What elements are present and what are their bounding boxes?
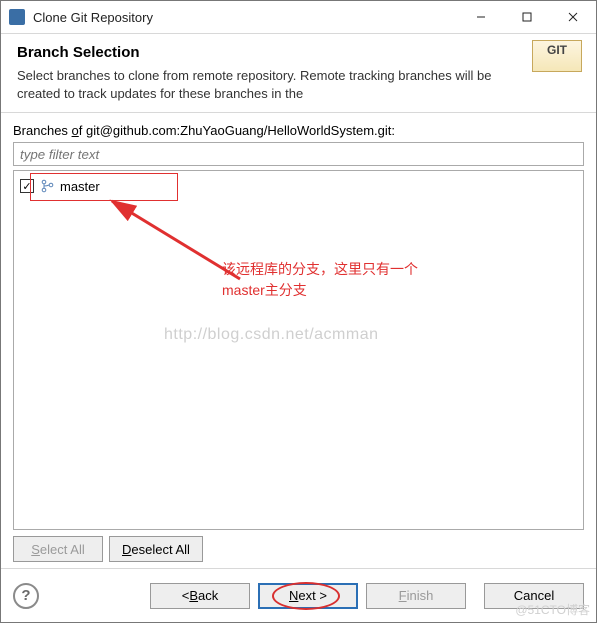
branch-name: master (60, 179, 100, 194)
deselect-all-button[interactable]: Deselect All (109, 536, 203, 562)
header-panel: Branch Selection Select branches to clon… (1, 34, 596, 112)
selection-buttons: Select All Deselect All (13, 536, 584, 562)
git-icon: GIT (532, 40, 582, 72)
app-icon (9, 9, 25, 25)
filter-input[interactable] (13, 142, 584, 166)
branch-item-master[interactable]: ✓ master (20, 175, 577, 197)
back-button[interactable]: < Back (150, 583, 250, 609)
finish-button[interactable]: Finish (366, 583, 466, 609)
next-button[interactable]: Next > (258, 583, 358, 609)
content-area: Branches of git@github.com:ZhuYaoGuang/H… (1, 113, 596, 568)
window-controls (458, 1, 596, 33)
maximize-button[interactable] (504, 1, 550, 33)
branches-label: Branches of git@github.com:ZhuYaoGuang/H… (13, 123, 584, 138)
minimize-button[interactable] (458, 1, 504, 33)
window-title: Clone Git Repository (33, 10, 458, 25)
close-button[interactable] (550, 1, 596, 33)
page-title: Branch Selection (17, 44, 580, 61)
branch-icon (40, 179, 54, 193)
annotation-arrow (100, 193, 260, 303)
help-icon[interactable]: ? (13, 583, 39, 609)
corner-watermark: @51CTO博客 (515, 601, 590, 618)
watermark: http://blog.csdn.net/acmman (164, 326, 379, 344)
select-all-button[interactable]: Select All (13, 536, 103, 562)
branch-tree[interactable]: ✓ master 该远程库的分支，这里只有一个 master主分支 http:/… (13, 170, 584, 530)
annotation-text: 该远程库的分支，这里只有一个 master主分支 (222, 259, 418, 301)
wizard-footer: ? < Back Next > Finish Cancel (1, 568, 596, 622)
page-description: Select branches to clone from remote rep… (17, 67, 497, 102)
titlebar: Clone Git Repository (1, 1, 596, 33)
branch-checkbox[interactable]: ✓ (20, 179, 34, 193)
